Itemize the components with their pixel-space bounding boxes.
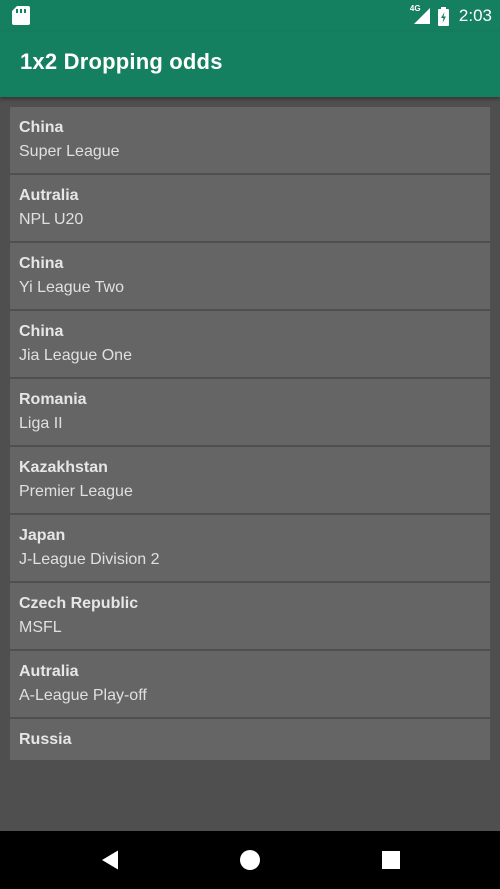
- item-league: Premier League: [19, 483, 133, 500]
- list-item[interactable]: Romania Liga II: [10, 379, 490, 445]
- list-item[interactable]: China Super League: [10, 107, 490, 173]
- item-country: Japan: [19, 527, 66, 544]
- status-clock: 2:03: [458, 6, 492, 25]
- item-country: China: [19, 255, 64, 272]
- list-item[interactable]: Japan J-League Division 2: [10, 515, 490, 581]
- list-item[interactable]: Russia: [10, 719, 490, 760]
- app-screen: 4G 2:03 1x2 Dropping odds China Super Le…: [0, 0, 500, 889]
- item-league: MSFL: [19, 619, 62, 636]
- item-country: China: [19, 119, 64, 136]
- item-league: Liga II: [19, 415, 63, 432]
- page-title: 1x2 Dropping odds: [20, 49, 223, 74]
- item-country: Czech Republic: [19, 595, 139, 612]
- app-toolbar: 1x2 Dropping odds: [0, 32, 500, 97]
- item-country: Russia: [19, 731, 72, 748]
- item-league: Super League: [19, 143, 120, 160]
- sim-card-icon: [12, 6, 30, 25]
- list-item[interactable]: Autralia A-League Play-off: [10, 651, 490, 717]
- back-icon[interactable]: [99, 849, 121, 871]
- list-item[interactable]: Czech Republic MSFL: [10, 583, 490, 649]
- battery-charging-icon: [437, 6, 449, 26]
- status-bar: 4G 2:03: [0, 0, 500, 32]
- item-league: NPL U20: [19, 211, 84, 228]
- system-nav-bar: [0, 831, 500, 889]
- item-country: China: [19, 323, 64, 340]
- item-league: Yi League Two: [19, 279, 124, 296]
- status-icons: 4G 2:03: [410, 0, 492, 32]
- list-item[interactable]: Autralia NPL U20: [10, 175, 490, 241]
- list-item[interactable]: Kazakhstan Premier League: [10, 447, 490, 513]
- item-league: Jia League One: [19, 347, 132, 364]
- item-league: J-League Division 2: [19, 551, 160, 568]
- item-country: Autralia: [19, 187, 79, 204]
- home-icon[interactable]: [239, 849, 261, 871]
- list-item[interactable]: China Yi League Two: [10, 243, 490, 309]
- list-item[interactable]: China Jia League One: [10, 311, 490, 377]
- recents-icon[interactable]: [380, 849, 402, 871]
- item-country: Autralia: [19, 663, 79, 680]
- item-country: Romania: [19, 391, 87, 408]
- item-league: A-League Play-off: [19, 687, 147, 704]
- league-list[interactable]: China Super League Autralia NPL U20 Chin…: [10, 107, 490, 760]
- item-country: Kazakhstan: [19, 459, 108, 476]
- signal-icon: 4G: [410, 4, 432, 26]
